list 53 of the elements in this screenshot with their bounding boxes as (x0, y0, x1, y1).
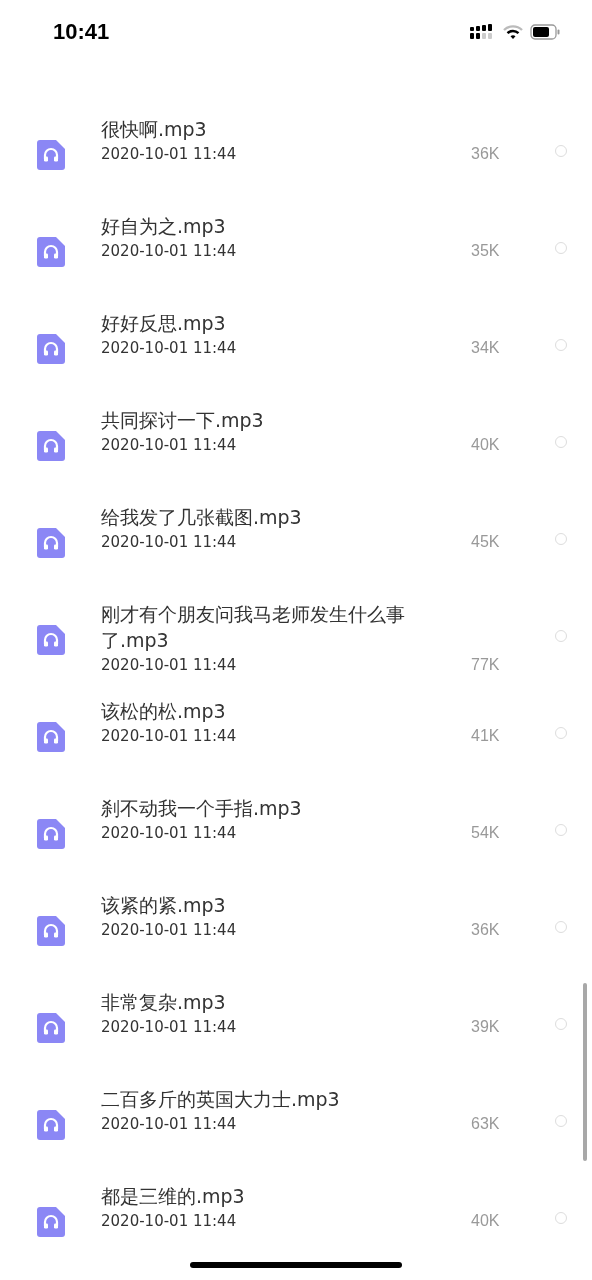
file-size: 54K (471, 823, 500, 843)
audio-file-icon (37, 819, 65, 849)
audio-file-icon (37, 528, 65, 558)
file-name: 二百多斤的英国大力士.mp3 (101, 1087, 341, 1112)
file-name: 刚才有个朋友问我马老师发生什么事了.mp3 (101, 602, 406, 653)
audio-file-icon (37, 237, 65, 267)
file-size: 41K (471, 726, 500, 746)
wifi-icon (503, 24, 523, 40)
audio-file-icon (37, 625, 65, 655)
audio-file-icon (37, 1110, 65, 1140)
audio-file-icon (37, 722, 65, 752)
file-name: 很快啊.mp3 (101, 117, 208, 142)
file-date: 2020-10-01 11:44 (101, 532, 238, 553)
file-name: 非常复杂.mp3 (101, 990, 227, 1015)
file-date: 2020-10-01 11:44 (101, 655, 238, 676)
file-size: 39K (471, 1017, 500, 1037)
file-size: 77K (471, 655, 500, 675)
file-size: 63K (471, 1114, 500, 1134)
file-date: 2020-10-01 11:44 (101, 435, 238, 456)
file-name: 好好反思.mp3 (101, 311, 227, 336)
status-time: 10:41 (53, 19, 110, 45)
battery-icon (530, 24, 560, 40)
file-date: 2020-10-01 11:44 (101, 920, 238, 941)
file-date: 2020-10-01 11:44 (101, 241, 238, 262)
audio-file-icon (37, 140, 65, 170)
file-size: 36K (471, 144, 500, 164)
audio-file-icon (37, 1207, 65, 1237)
audio-file-icon (37, 334, 65, 364)
file-date: 2020-10-01 11:44 (101, 144, 238, 165)
home-indicator[interactable] (190, 1262, 402, 1268)
file-date: 2020-10-01 11:44 (101, 1211, 238, 1232)
file-name: 刹不动我一个手指.mp3 (101, 796, 303, 821)
file-size: 40K (471, 435, 500, 455)
audio-file-icon (37, 431, 65, 461)
file-size: 36K (471, 920, 500, 940)
file-name: 都是三维的.mp3 (101, 1184, 246, 1209)
file-name: 好自为之.mp3 (101, 214, 227, 239)
audio-file-icon (37, 916, 65, 946)
file-name: 给我发了几张截图.mp3 (101, 505, 303, 530)
file-size: 34K (471, 338, 500, 358)
file-date: 2020-10-01 11:44 (101, 823, 238, 844)
file-size: 35K (471, 241, 500, 261)
audio-file-icon (37, 1013, 65, 1043)
file-size: 40K (471, 1211, 500, 1231)
file-name: 该紧的紧.mp3 (101, 893, 227, 918)
file-date: 2020-10-01 11:44 (101, 1114, 238, 1135)
file-date: 2020-10-01 11:44 (101, 338, 238, 359)
file-size: 45K (471, 532, 500, 552)
scrollbar[interactable] (583, 983, 587, 1161)
file-date: 2020-10-01 11:44 (101, 1017, 238, 1038)
file-name: 该松的松.mp3 (101, 699, 227, 724)
file-date: 2020-10-01 11:44 (101, 726, 238, 747)
file-name: 共同探讨一下.mp3 (101, 408, 265, 433)
